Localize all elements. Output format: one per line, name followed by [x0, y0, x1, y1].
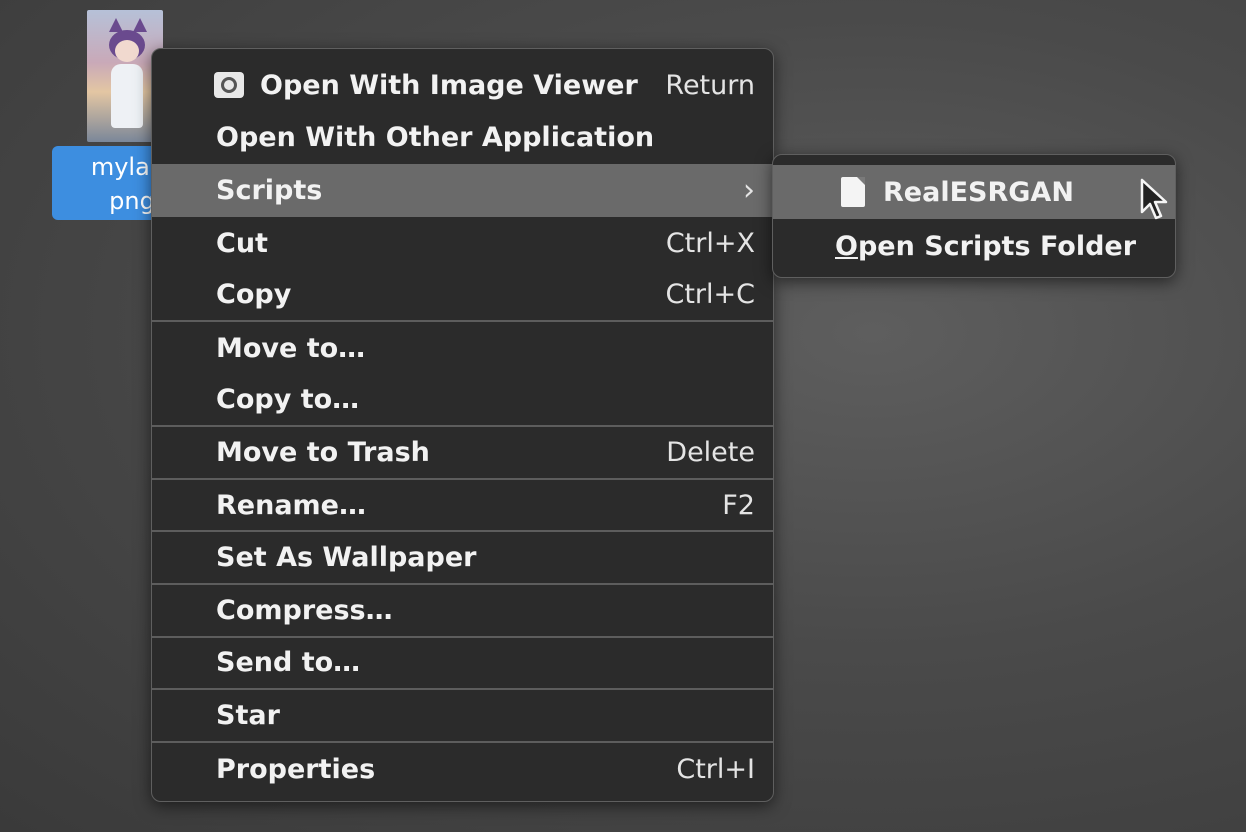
submenu-item-realesrgan[interactable]: RealESRGAN	[773, 165, 1175, 219]
menu-item-label: Scripts	[216, 174, 323, 206]
menu-item-scripts[interactable]: Scripts ›	[152, 164, 773, 217]
menu-item-label: Copy to…	[216, 384, 360, 416]
menu-item-shortcut: Delete	[666, 436, 755, 468]
menu-item-open-with-other-application[interactable]: Open With Other Application	[152, 112, 773, 165]
menu-item-shortcut: Ctrl+C	[665, 279, 755, 311]
menu-item-rename[interactable]: Rename… F2	[152, 480, 773, 533]
menu-item-label: Open With Image Viewer	[260, 69, 638, 101]
menu-item-cut[interactable]: Cut Ctrl+X	[152, 217, 773, 270]
menu-item-shortcut: F2	[722, 489, 755, 521]
menu-item-label: Cut	[216, 227, 268, 259]
desktop: mylam png Open With Image Viewer Return …	[0, 0, 1246, 832]
context-menu: Open With Image Viewer Return Open With …	[151, 48, 774, 802]
menu-item-shortcut: Return	[665, 69, 755, 101]
menu-item-label: Properties	[216, 753, 376, 785]
menu-item-label: Rename…	[216, 489, 366, 521]
submenu-item-label: RealESRGAN	[883, 176, 1074, 208]
menu-item-send-to[interactable]: Send to…	[152, 638, 773, 691]
menu-item-set-as-wallpaper[interactable]: Set As Wallpaper	[152, 532, 773, 585]
menu-item-star[interactable]: Star	[152, 690, 773, 743]
menu-item-copy[interactable]: Copy Ctrl+C	[152, 269, 773, 322]
menu-item-shortcut: Ctrl+I	[676, 753, 755, 785]
menu-item-open-with-image-viewer[interactable]: Open With Image Viewer Return	[152, 59, 773, 112]
scripts-submenu: RealESRGAN Open Scripts Folder	[772, 154, 1176, 278]
menu-item-label: Open With Other Application	[216, 122, 655, 154]
menu-item-label: Set As Wallpaper	[216, 542, 477, 574]
menu-item-label: Compress…	[216, 594, 393, 626]
menu-item-properties[interactable]: Properties Ctrl+I	[152, 743, 773, 796]
menu-item-label: Star	[216, 699, 280, 731]
menu-item-label: Copy	[216, 279, 292, 311]
mouse-pointer-icon	[1140, 178, 1168, 220]
submenu-item-open-scripts-folder[interactable]: Open Scripts Folder	[773, 219, 1175, 273]
menu-item-label: Send to…	[216, 647, 361, 679]
menu-item-copy-to[interactable]: Copy to…	[152, 375, 773, 428]
menu-item-shortcut: Ctrl+X	[665, 227, 755, 259]
menu-item-label: Move to…	[216, 332, 366, 364]
image-viewer-icon	[214, 72, 244, 99]
menu-item-move-to[interactable]: Move to…	[152, 322, 773, 375]
chevron-right-icon: ›	[743, 172, 755, 208]
menu-item-move-to-trash[interactable]: Move to Trash Delete	[152, 427, 773, 480]
document-icon	[841, 177, 865, 207]
submenu-item-label: Open Scripts Folder	[835, 230, 1137, 262]
menu-item-compress[interactable]: Compress…	[152, 585, 773, 638]
menu-item-label: Move to Trash	[216, 436, 430, 468]
